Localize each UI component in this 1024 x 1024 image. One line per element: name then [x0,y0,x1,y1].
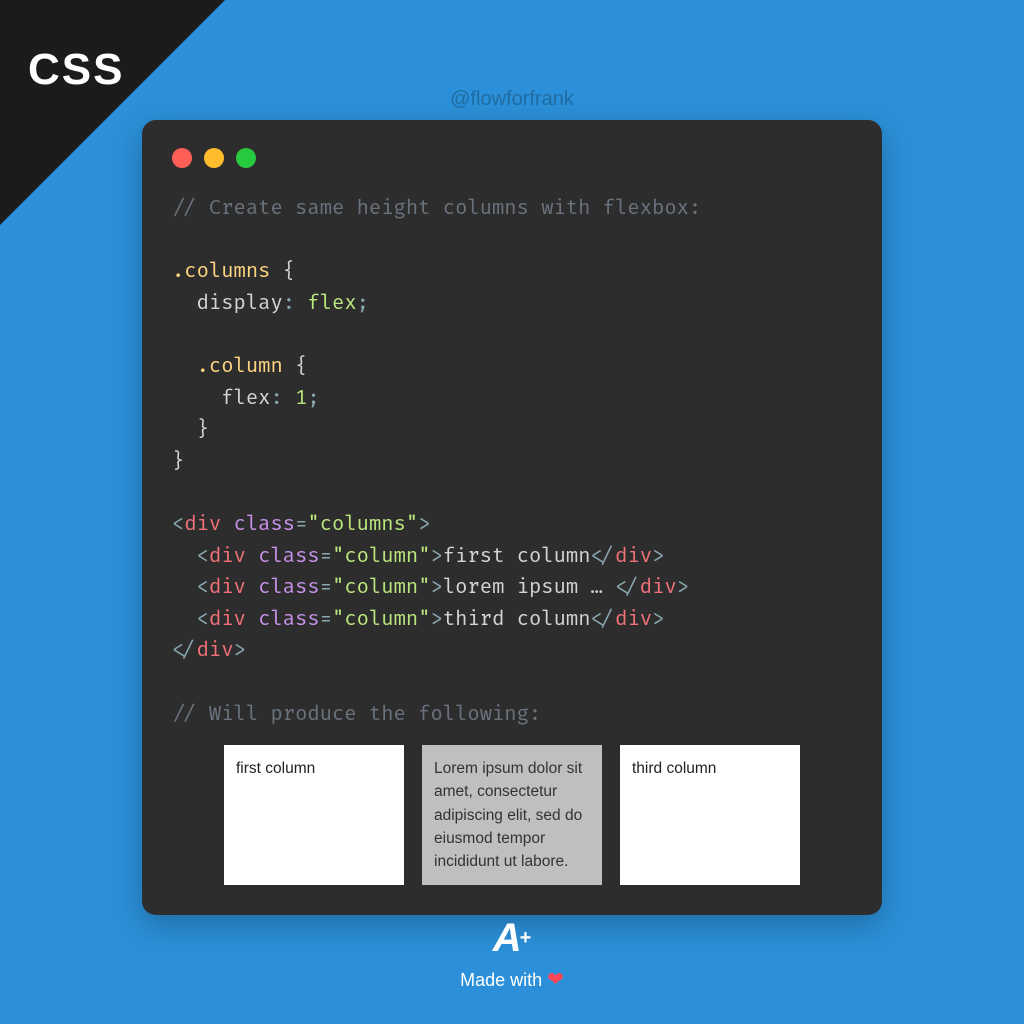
window-controls [172,148,852,168]
code-tag: div [209,545,246,569]
code-tag: div [615,545,652,569]
code-block: // Create same height columns with flexb… [172,194,852,731]
code-prop: flex [221,387,270,411]
corner-triangle [0,0,225,225]
code-attr: class [234,513,296,537]
code-prop: display [197,292,283,316]
code-tag: div [615,608,652,632]
code-value: 1 [295,387,307,411]
logo: A+ [460,916,564,961]
code-text: lorem ipsum … [443,576,603,600]
footer: A+ Made with ❤ [460,916,564,992]
code-editor-window: // Create same height columns with flexb… [142,120,882,915]
css-badge: CSS [28,45,124,95]
maximize-icon[interactable] [236,148,256,168]
code-tag: div [209,576,246,600]
code-tag: div [640,576,677,600]
code-attr: class [258,545,320,569]
heart-icon: ❤ [547,969,564,991]
code-comment: // Will produce the following: [172,703,541,727]
author-handle: @flowforfrank [450,88,574,111]
code-tag: div [184,513,221,537]
code-selector: .columns [172,260,270,284]
made-with-text: Made with ❤ [460,967,564,992]
code-text: third column [443,608,591,632]
code-attr: class [258,576,320,600]
code-value: flex [307,292,356,316]
code-tag: div [209,608,246,632]
logo-letter: A [493,916,522,961]
code-text: first column [443,545,591,569]
code-tag: div [197,639,234,663]
demo-column-1: first column [224,745,404,885]
demo-output: first column Lorem ipsum dolor sit amet,… [172,745,852,885]
code-attr: class [258,608,320,632]
demo-column-2: Lorem ipsum dolor sit amet, consectetur … [422,745,602,885]
code-selector: .column [197,355,283,379]
code-comment: // Create same height columns with flexb… [172,197,701,221]
demo-column-3: third column [620,745,800,885]
